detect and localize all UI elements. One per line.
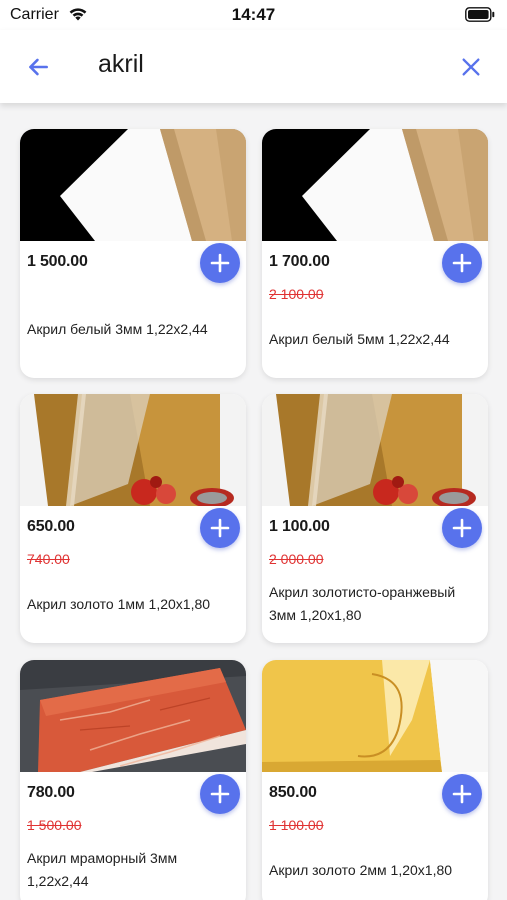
plus-icon bbox=[210, 518, 230, 538]
product-old-price: 740.00 bbox=[27, 551, 70, 567]
search-header: akril bbox=[0, 30, 507, 103]
plus-icon bbox=[452, 518, 472, 538]
product-image-marble-acrylic bbox=[20, 660, 246, 772]
product-title: Акрил мраморный 3мм 1,22x2,44 bbox=[27, 850, 178, 889]
add-to-cart-button[interactable] bbox=[200, 774, 240, 814]
add-to-cart-button[interactable] bbox=[442, 508, 482, 548]
clear-search-button[interactable] bbox=[455, 51, 487, 83]
product-card[interactable]: 650.00 740.00 Акрил золото 1мм 1,20x1,80 bbox=[20, 394, 246, 643]
product-title: Акрил белый 5мм 1,22x2,44 bbox=[269, 331, 450, 347]
product-card[interactable]: 1 100.00 2 000.00 Акрил золотисто-оранже… bbox=[262, 394, 488, 643]
add-to-cart-button[interactable] bbox=[442, 774, 482, 814]
product-title: Акрил золото 2мм 1,20x1,80 bbox=[269, 862, 453, 878]
product-image-gold-acrylic bbox=[20, 394, 246, 506]
product-card[interactable]: 780.00 1 500.00 Акрил мраморный 3мм 1,22… bbox=[20, 660, 246, 900]
add-to-cart-button[interactable] bbox=[200, 243, 240, 283]
product-price: 1 500.00 bbox=[27, 253, 88, 270]
product-price: 1 700.00 bbox=[269, 253, 330, 270]
battery-icon bbox=[465, 7, 495, 22]
product-old-price: 1 500.00 bbox=[27, 817, 82, 833]
product-image-white-acrylic bbox=[262, 129, 488, 241]
product-image-yellow-acrylic bbox=[262, 660, 488, 772]
add-to-cart-button[interactable] bbox=[442, 243, 482, 283]
product-title: Акрил золото 1мм 1,20x1,80 bbox=[27, 596, 211, 612]
plus-icon bbox=[452, 253, 472, 273]
product-card[interactable]: 850.00 1 100.00 Акрил золото 2мм 1,20x1,… bbox=[262, 660, 488, 900]
product-old-price: 2 000.00 bbox=[269, 551, 324, 567]
plus-icon bbox=[452, 784, 472, 804]
add-to-cart-button[interactable] bbox=[200, 508, 240, 548]
back-button[interactable] bbox=[22, 51, 54, 83]
product-image-gold-acrylic bbox=[262, 394, 488, 506]
product-price: 780.00 bbox=[27, 784, 75, 801]
plus-icon bbox=[210, 784, 230, 804]
product-card[interactable]: 1 500.00 Акрил белый 3мм 1,22x2,44 bbox=[20, 129, 246, 378]
status-bar: Carrier 14:47 bbox=[0, 0, 507, 30]
product-image-white-acrylic bbox=[20, 129, 246, 241]
product-price: 650.00 bbox=[27, 518, 75, 535]
close-icon bbox=[462, 58, 480, 76]
status-time: 14:47 bbox=[231, 5, 276, 24]
product-title: Акрил белый 3мм 1,22x2,44 bbox=[27, 321, 208, 337]
product-grid: 1 500.00 Акрил белый 3мм 1,22x2,44 1 700… bbox=[0, 103, 507, 900]
product-card[interactable]: 1 700.00 2 100.00 Акрил белый 5мм 1,22x2… bbox=[262, 129, 488, 378]
product-price: 1 100.00 bbox=[269, 518, 330, 535]
search-input[interactable]: akril bbox=[98, 50, 144, 79]
product-old-price: 2 100.00 bbox=[269, 286, 324, 302]
plus-icon bbox=[210, 253, 230, 273]
product-price: 850.00 bbox=[269, 784, 317, 801]
product-old-price: 1 100.00 bbox=[269, 817, 324, 833]
product-title: Акрил золотисто-оранжевый 3мм 1,20x1,80 bbox=[269, 584, 456, 623]
arrow-left-icon bbox=[29, 58, 48, 76]
